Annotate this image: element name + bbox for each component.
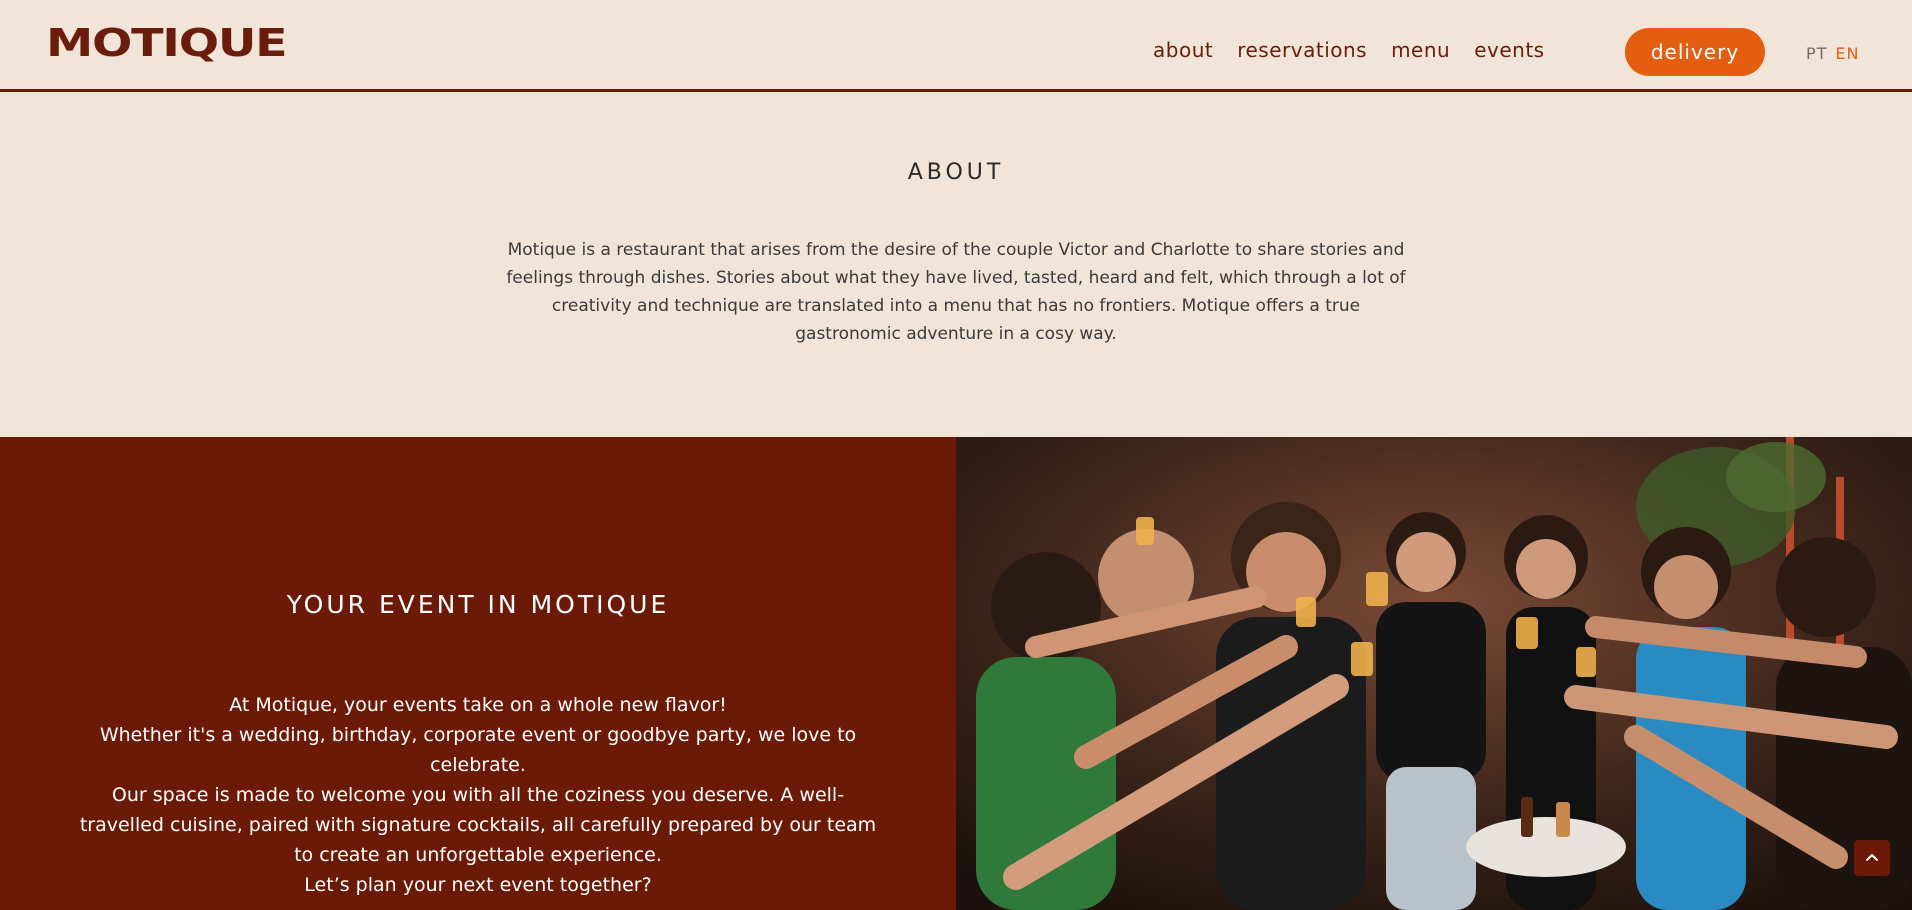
- delivery-button[interactable]: delivery: [1625, 28, 1765, 76]
- lang-en[interactable]: EN: [1835, 44, 1859, 63]
- events-line: Our space is made to welcome you with al…: [111, 784, 845, 806]
- about-text: Motique is a restaurant that arises from…: [476, 236, 1436, 348]
- site-header: MOTIQUE about reservations menu events d…: [0, 0, 1912, 92]
- about-title: ABOUT: [907, 160, 1005, 185]
- events-line: At Motique, your events take on a whole …: [229, 694, 727, 716]
- events-line: travelled cuisine, paired with signature…: [79, 814, 877, 836]
- nav-events[interactable]: events: [1474, 38, 1544, 62]
- logo[interactable]: MOTIQUE: [46, 24, 288, 62]
- lang-pt[interactable]: PT: [1806, 44, 1827, 63]
- events-title: YOUR EVENT IN MOTIQUE: [286, 590, 670, 619]
- about-line: Motique is a restaurant that arises from…: [507, 240, 1405, 260]
- about-line: creativity and technique are translated …: [551, 296, 1361, 316]
- nav-about[interactable]: about: [1153, 38, 1213, 62]
- events-line: Whether it's a wedding, birthday, corpor…: [99, 724, 857, 746]
- nav-menu[interactable]: menu: [1391, 38, 1450, 62]
- main-nav: about reservations menu events: [1153, 38, 1569, 62]
- event-photo: [956, 437, 1912, 910]
- events-line: celebrate.: [430, 754, 526, 776]
- events-line: Let’s plan your next event together?: [304, 874, 652, 896]
- event-photo-illustration: [956, 437, 1912, 910]
- logo-text: MOTIQUE: [46, 21, 288, 65]
- chevron-up-icon: [1866, 854, 1878, 861]
- events-text: At Motique, your events take on a whole …: [60, 690, 896, 900]
- about-line: feelings through dishes. Stories about w…: [506, 268, 1406, 288]
- language-switcher: PT EN: [1806, 44, 1860, 63]
- scroll-to-top-button[interactable]: [1854, 840, 1890, 876]
- events-line: to create an unforgettable experience.: [294, 844, 662, 866]
- about-line: gastronomic adventure in a cosy way.: [795, 324, 1117, 344]
- nav-reservations[interactable]: reservations: [1237, 38, 1367, 62]
